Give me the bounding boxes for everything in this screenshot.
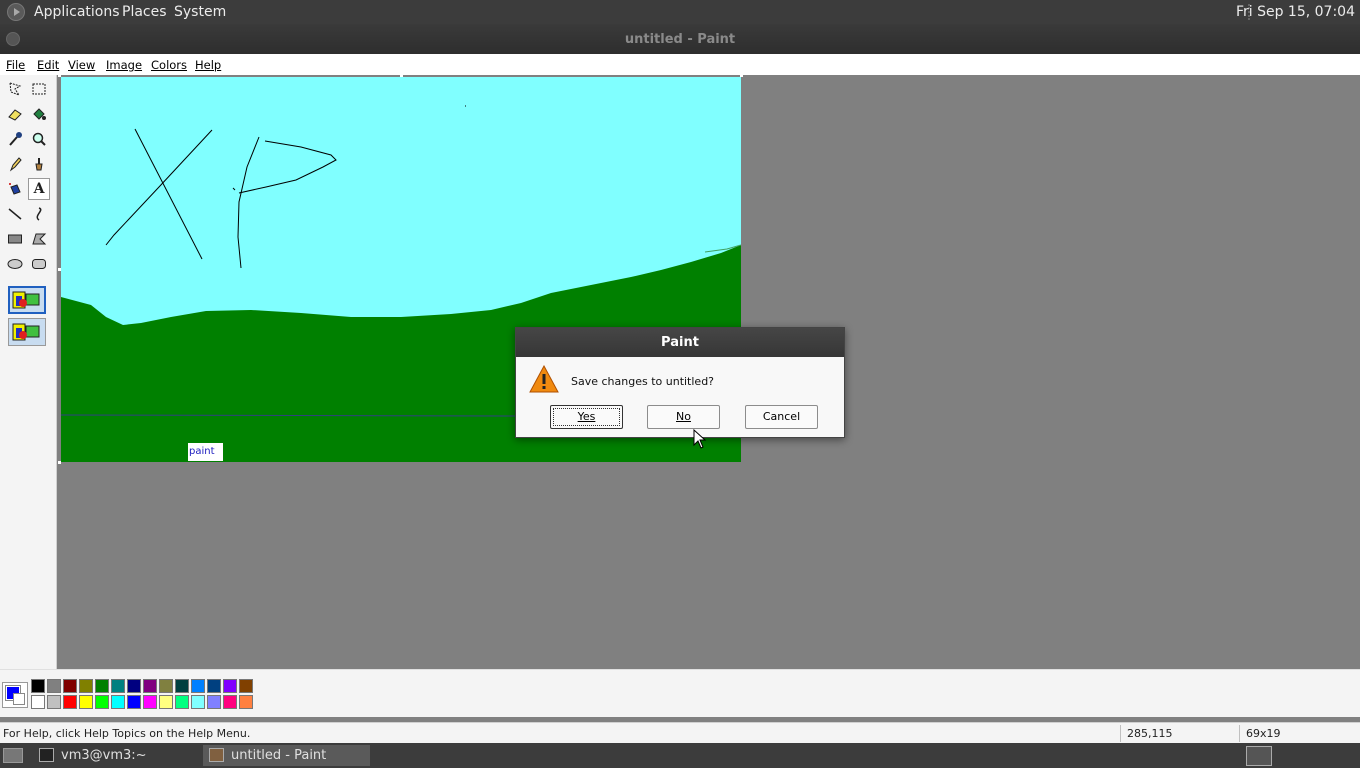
- pencil-icon[interactable]: [4, 153, 26, 175]
- text-icon[interactable]: A: [28, 178, 50, 200]
- palette-swatch[interactable]: [63, 679, 77, 693]
- color-picker-icon[interactable]: [4, 128, 26, 150]
- current-colors: [2, 682, 28, 708]
- canvas-handle[interactable]: [58, 268, 61, 271]
- canvas-text-box[interactable]: paint: [188, 443, 223, 461]
- cancel-button[interactable]: Cancel: [745, 405, 818, 429]
- canvas-handle[interactable]: [740, 74, 743, 77]
- rectangle-icon[interactable]: [4, 228, 26, 250]
- status-divider: [1239, 725, 1240, 742]
- status-position: 285,115: [1127, 727, 1173, 740]
- magnifier-icon[interactable]: [28, 128, 50, 150]
- palette-swatch[interactable]: [31, 679, 45, 693]
- dialog-title: Paint: [516, 328, 844, 357]
- toolbox: A: [0, 75, 57, 669]
- palette-swatch[interactable]: [79, 695, 93, 709]
- palette-swatch[interactable]: [223, 695, 237, 709]
- menu-bar: File Edit View Image Colors Help: [0, 54, 1360, 75]
- yes-button[interactable]: Yes: [550, 405, 623, 429]
- palette-swatch[interactable]: [111, 695, 125, 709]
- rounded-rect-icon[interactable]: [28, 253, 50, 275]
- window-title: untitled - Paint: [624, 32, 736, 47]
- clock[interactable]: Fri Sep 15, 07:04: [1236, 4, 1355, 20]
- fill-icon[interactable]: [28, 103, 50, 125]
- transparent-option-icon[interactable]: [8, 318, 46, 346]
- palette-swatch[interactable]: [223, 679, 237, 693]
- palette-swatch[interactable]: [47, 695, 61, 709]
- workspace-switcher-icon[interactable]: [1246, 746, 1272, 766]
- mouse-pointer-icon: [693, 428, 707, 453]
- free-select-icon[interactable]: [4, 78, 26, 100]
- menu-colors[interactable]: Colors: [151, 58, 187, 72]
- palette-swatch[interactable]: [143, 679, 157, 693]
- palette-swatch[interactable]: [175, 695, 189, 709]
- palette-swatch[interactable]: [239, 695, 253, 709]
- ellipse-icon[interactable]: [4, 253, 26, 275]
- palette-swatch[interactable]: [127, 695, 141, 709]
- system-menu[interactable]: System: [174, 4, 226, 20]
- palette-swatch[interactable]: [127, 679, 141, 693]
- palette-swatch[interactable]: [79, 679, 93, 693]
- palette-swatch[interactable]: [207, 679, 221, 693]
- places-menu[interactable]: Places: [122, 4, 167, 20]
- palette-swatch[interactable]: [239, 679, 253, 693]
- no-label: No: [676, 410, 691, 423]
- rect-select-icon[interactable]: [28, 78, 50, 100]
- no-button[interactable]: No: [647, 405, 720, 429]
- paint-app-icon: [209, 748, 224, 762]
- palette-swatch[interactable]: [111, 679, 125, 693]
- palette-swatch[interactable]: [207, 695, 221, 709]
- palette-swatch[interactable]: [175, 679, 189, 693]
- yes-label: Yes: [577, 410, 596, 423]
- canvas-handle[interactable]: [58, 74, 61, 77]
- menu-file[interactable]: File: [6, 58, 25, 72]
- line-icon[interactable]: [4, 203, 26, 225]
- palette-swatch[interactable]: [47, 679, 61, 693]
- palette-swatch[interactable]: [191, 695, 205, 709]
- brush-icon[interactable]: [28, 153, 50, 175]
- palette-swatch[interactable]: [191, 679, 205, 693]
- menu-help[interactable]: Help: [195, 58, 221, 72]
- color-palette: [0, 669, 1360, 717]
- palette-swatch[interactable]: [159, 695, 173, 709]
- status-size: 69x19: [1246, 727, 1281, 740]
- menu-edit[interactable]: Edit: [37, 58, 59, 72]
- top-panel: Applications Places System Fri Sep 15, 0…: [0, 0, 1360, 24]
- warning-icon: [529, 364, 559, 397]
- palette-swatch[interactable]: [63, 695, 77, 709]
- curve-icon[interactable]: [28, 203, 50, 225]
- distro-logo-icon[interactable]: [7, 3, 25, 21]
- task-paint-label: untitled - Paint: [231, 748, 327, 763]
- palette-swatch[interactable]: [159, 679, 173, 693]
- window-titlebar[interactable]: untitled - Paint: [0, 24, 1360, 54]
- palette-swatch[interactable]: [95, 679, 109, 693]
- task-paint[interactable]: untitled - Paint: [203, 745, 370, 766]
- save-changes-dialog: Paint Save changes to untitled? Yes No C…: [515, 327, 845, 438]
- palette-swatch[interactable]: [143, 695, 157, 709]
- dialog-message: Save changes to untitled?: [571, 375, 715, 388]
- status-bar: For Help, click Help Topics on the Help …: [0, 722, 1360, 743]
- canvas-handle[interactable]: [400, 74, 403, 77]
- airbrush-icon[interactable]: [4, 178, 26, 200]
- task-terminal-label: vm3@vm3:~: [61, 748, 147, 763]
- show-desktop-icon[interactable]: [3, 748, 23, 763]
- opaque-option-icon[interactable]: [8, 286, 46, 314]
- polygon-icon[interactable]: [28, 228, 50, 250]
- applications-menu[interactable]: Applications: [34, 4, 120, 20]
- status-divider: [1120, 725, 1121, 742]
- status-help-text: For Help, click Help Topics on the Help …: [3, 727, 251, 740]
- taskbar: vm3@vm3:~ untitled - Paint: [0, 743, 1360, 768]
- background-color: [13, 693, 25, 705]
- canvas-handle[interactable]: [58, 461, 61, 464]
- task-terminal[interactable]: vm3@vm3:~: [33, 745, 195, 766]
- palette-swatch[interactable]: [95, 695, 109, 709]
- eraser-icon[interactable]: [4, 103, 26, 125]
- menu-image[interactable]: Image: [106, 58, 142, 72]
- palette-swatch[interactable]: [31, 695, 45, 709]
- menu-view[interactable]: View: [68, 58, 95, 72]
- terminal-icon: [39, 748, 54, 762]
- window-menu-icon[interactable]: [6, 32, 20, 46]
